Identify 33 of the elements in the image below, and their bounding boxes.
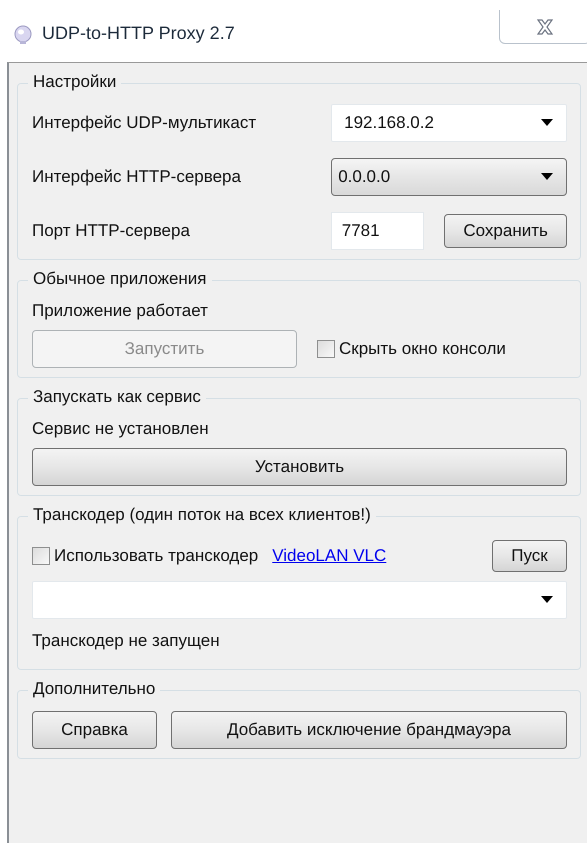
start-button[interactable]: Пуск (492, 540, 567, 572)
install-button[interactable]: Установить (32, 448, 567, 486)
status-text: Сервис не установлен (32, 419, 210, 439)
status-text: Приложение работает (32, 301, 209, 321)
port-field[interactable]: 7781 (330, 212, 424, 250)
window-title: UDP-to-HTTP Proxy 2.7 (42, 23, 235, 44)
status-text: Транскодер не запущен (32, 631, 221, 651)
dropdown-value: 0.0.0.0 (338, 167, 390, 187)
group-title: Запускать как сервис (28, 387, 206, 407)
dropdown-arrow-icon (540, 173, 554, 181)
group-title: Дополнительно (28, 679, 160, 699)
checkbox-label: Использовать транскодер (54, 546, 258, 566)
group-title: Транскодер (один поток на всех клиентов!) (28, 505, 376, 525)
firewall-button[interactable]: Добавить исключение брандмауэра (171, 711, 567, 749)
app-icon (14, 25, 32, 45)
dropdown-arrow-icon (540, 119, 554, 127)
field-label: Порт HTTP-сервера (32, 221, 191, 241)
combo-value: 192.168.0.2 (344, 113, 434, 133)
help-button[interactable]: Справка (32, 711, 157, 749)
group-title: Обычное приложения (28, 269, 212, 289)
field-label: Интерфейс HTTP-сервера (32, 167, 242, 187)
checkbox[interactable] (317, 340, 335, 358)
close-button[interactable] (499, 10, 587, 44)
dropdown-arrow-icon (540, 596, 554, 604)
combo-box[interactable]: 192.168.0.2 (331, 104, 567, 142)
save-button[interactable]: Сохранить (444, 214, 567, 248)
checkbox[interactable] (32, 547, 50, 565)
group-title: Настройки (28, 72, 122, 92)
field-label: Интерфейс UDP-мультикаст (32, 113, 258, 133)
checkbox-label: Скрыть окно консоли (339, 339, 506, 359)
vlc-link[interactable]: VideoLAN VLC (272, 546, 386, 566)
close-icon (535, 18, 555, 34)
dropdown[interactable]: 0.0.0.0 (331, 158, 567, 196)
